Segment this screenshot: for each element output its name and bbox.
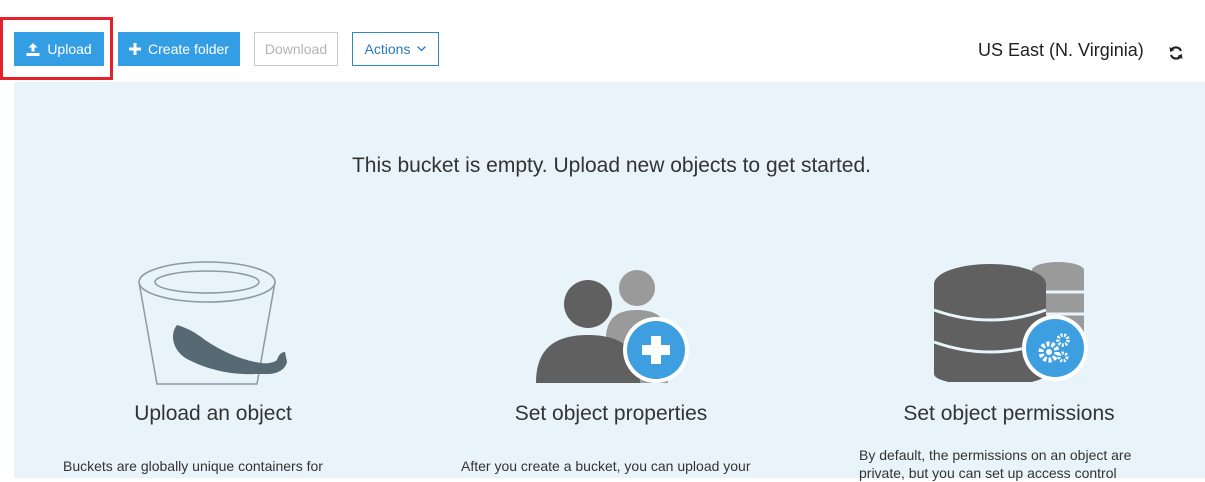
users-add-icon (536, 260, 691, 391)
empty-bucket-message: This bucket is empty. Upload new objects… (351, 154, 872, 177)
plus-icon (129, 43, 142, 55)
download-button[interactable]: Download (254, 32, 338, 66)
upload-object-title: Upload an object (134, 402, 292, 425)
set-object-properties-text: After you create a bucket, you can uploa… (461, 458, 751, 474)
database-settings-icon (932, 262, 1092, 387)
chevron-down-icon (417, 46, 427, 52)
upload-button[interactable]: Upload (14, 32, 104, 66)
create-folder-button[interactable]: Create folder (118, 32, 240, 66)
set-object-permissions-text: By default, the permissions on an object… (859, 447, 1132, 481)
download-label: Download (264, 41, 328, 57)
toolbar: Upload Create folder Download Actions US… (0, 0, 1205, 82)
empty-bucket-panel: This bucket is empty. Upload new objects… (14, 82, 1205, 481)
actions-dropdown[interactable]: Actions (352, 32, 439, 66)
actions-label: Actions (364, 41, 411, 57)
upload-label: Upload (47, 41, 92, 57)
refresh-icon[interactable] (1167, 44, 1185, 62)
bucket-icon (137, 260, 297, 390)
upload-icon (26, 42, 40, 56)
region-label[interactable]: US East (N. Virginia) (978, 40, 1144, 61)
set-object-permissions-title: Set object permissions (903, 402, 1115, 425)
set-object-properties-title: Set object properties (514, 402, 708, 425)
create-folder-label: Create folder (148, 41, 229, 57)
upload-object-text: Buckets are globally unique containers f… (63, 458, 323, 474)
